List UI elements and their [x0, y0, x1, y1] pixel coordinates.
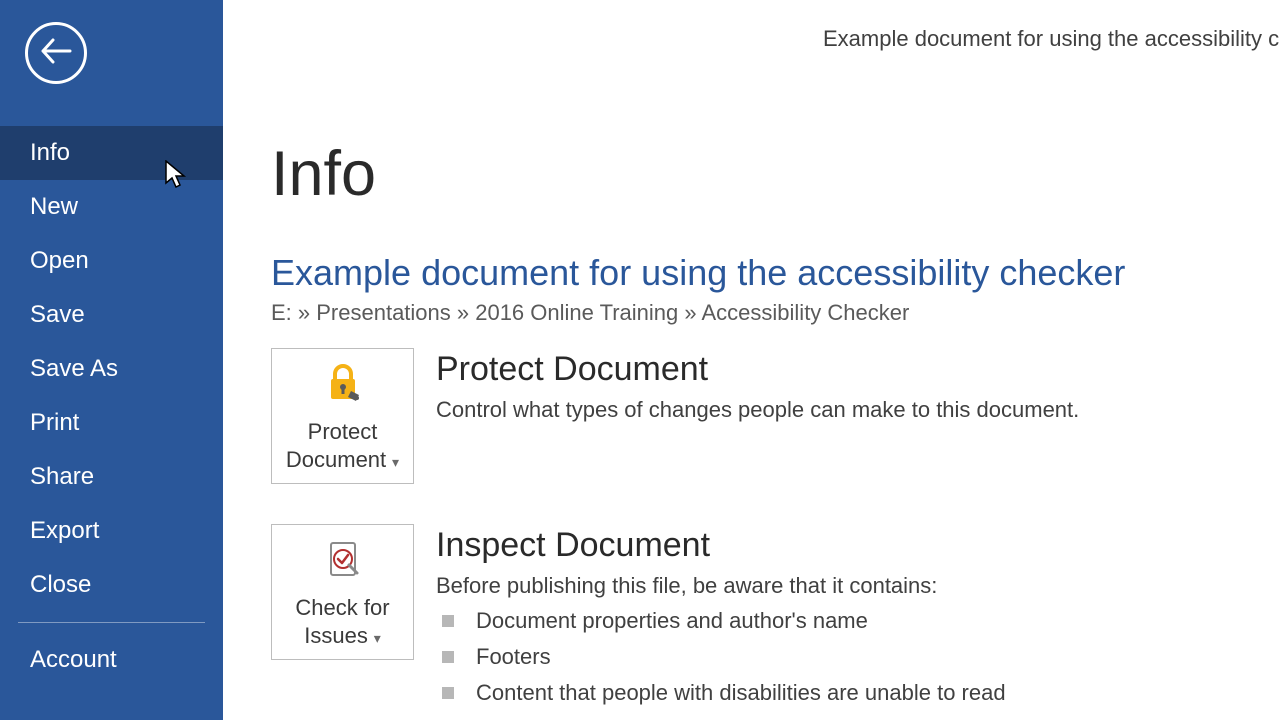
back-button[interactable] — [25, 22, 87, 84]
sidebar-item-label: Save — [30, 301, 85, 328]
inspect-issues-list: Document properties and author's name Fo… — [436, 603, 1280, 711]
back-arrow-icon — [40, 38, 72, 69]
sidebar-item-label: Save As — [30, 355, 118, 382]
sidebar-item-open[interactable]: Open — [0, 234, 223, 288]
protect-document-heading: Protect Document — [436, 350, 1280, 389]
sidebar-item-info[interactable]: Info — [0, 126, 223, 180]
protect-document-desc: Control what types of changes people can… — [436, 397, 1280, 423]
backstage-main: Example document for using the accessibi… — [223, 0, 1280, 720]
sidebar-item-label: Info — [30, 139, 70, 166]
title-bar-text: Example document for using the accessibi… — [223, 26, 1280, 51]
sidebar-divider — [18, 622, 205, 623]
sidebar-item-label: Account — [30, 646, 117, 673]
sidebar-item-label: Close — [30, 571, 91, 598]
sidebar-item-save-as[interactable]: Save As — [0, 342, 223, 396]
sidebar-item-account[interactable]: Account — [0, 633, 223, 687]
sidebar-item-label: New — [30, 193, 78, 220]
chevron-down-icon: ▾ — [370, 630, 381, 646]
sidebar-item-save[interactable]: Save — [0, 288, 223, 342]
sidebar-item-close[interactable]: Close — [0, 558, 223, 612]
sidebar-item-new[interactable]: New — [0, 180, 223, 234]
lock-icon — [321, 361, 365, 410]
check-for-issues-button[interactable]: Check for Issues ▾ — [271, 524, 414, 660]
list-item: Document properties and author's name — [436, 603, 1280, 639]
chevron-down-icon: ▾ — [388, 454, 399, 470]
document-check-icon — [321, 537, 365, 586]
check-for-issues-label: Check for Issues ▾ — [295, 594, 389, 649]
sidebar-item-share[interactable]: Share — [0, 450, 223, 504]
sidebar-item-export[interactable]: Export — [0, 504, 223, 558]
list-item: Footers — [436, 639, 1280, 675]
sidebar-item-label: Print — [30, 409, 79, 436]
protect-document-section: Protect Document ▾ Protect Document Cont… — [271, 348, 1280, 484]
backstage-sidebar: Info New Open Save Save As Print Share E… — [0, 0, 223, 720]
inspect-document-section: Check for Issues ▾ Inspect Document Befo… — [271, 524, 1280, 711]
inspect-document-desc: Before publishing this file, be aware th… — [436, 573, 1280, 599]
sidebar-item-label: Export — [30, 517, 99, 544]
breadcrumb: E: » Presentations » 2016 Online Trainin… — [271, 300, 1280, 326]
sidebar-item-print[interactable]: Print — [0, 396, 223, 450]
document-title: Example document for using the accessibi… — [271, 252, 1280, 294]
protect-document-body: Protect Document Control what types of c… — [436, 348, 1280, 423]
page-title: Info — [271, 138, 1280, 210]
inspect-document-body: Inspect Document Before publishing this … — [436, 524, 1280, 711]
sidebar-item-label: Share — [30, 463, 94, 490]
sidebar-item-label: Open — [30, 247, 89, 274]
protect-document-label: Protect Document ▾ — [286, 418, 399, 473]
inspect-document-heading: Inspect Document — [436, 526, 1280, 565]
list-item: Content that people with disabilities ar… — [436, 675, 1280, 711]
title-bar: Example document for using the accessibi… — [223, 26, 1280, 52]
protect-document-button[interactable]: Protect Document ▾ — [271, 348, 414, 484]
